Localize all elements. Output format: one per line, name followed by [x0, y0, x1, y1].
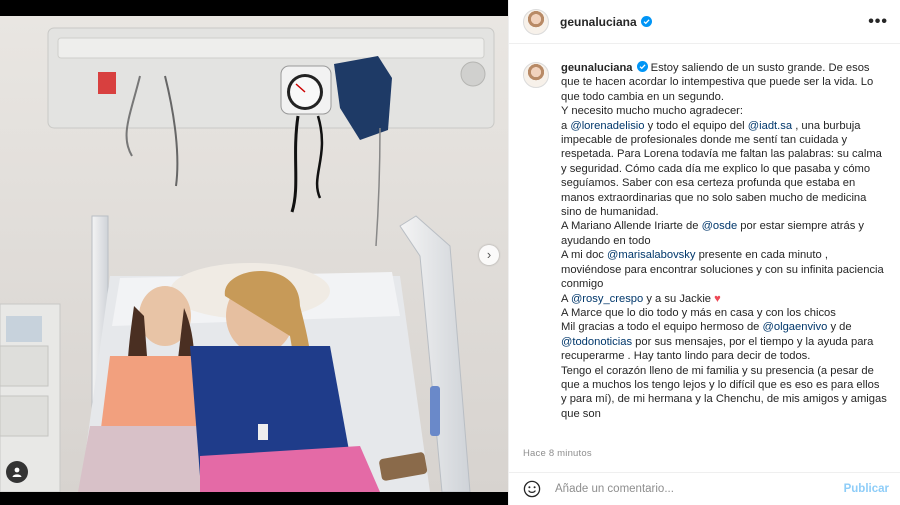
caption-text: A Marce que lo dio todo y más en casa y …	[561, 306, 836, 319]
post-timestamp[interactable]: Hace 8 minutos	[523, 448, 592, 459]
caption-text: cambia en un segundo.	[607, 90, 724, 103]
author-username[interactable]: geunaluciana	[560, 15, 652, 29]
author-username-text: geunaluciana	[560, 14, 637, 29]
caption-text: recuperarme . Hay tanto lindo para decir…	[561, 350, 811, 363]
more-options-icon[interactable]: •••	[868, 13, 888, 31]
comment-input[interactable]: Añade un comentario...	[555, 483, 674, 495]
caption-text: por estar siempre atrás y	[737, 220, 865, 233]
carousel-next-button[interactable]: ›	[479, 245, 499, 265]
caption-text: ayudando en todo	[561, 234, 651, 247]
caption-text: Y necesito mucho mucho agradecer:	[561, 105, 744, 118]
post-photo-panel: ›	[0, 0, 508, 505]
post-photo[interactable]	[0, 16, 508, 492]
caption-scroll-area[interactable]: geunaluciana Estoy saliendo de un susto …	[509, 45, 900, 432]
mention-link[interactable]: @iadt.sa	[748, 120, 792, 132]
caption-text: humanidad.	[600, 206, 659, 219]
caption-text: por sus mensajes, por el tiempo y la ayu…	[632, 335, 874, 348]
post-caption: geunaluciana Estoy saliendo de un susto …	[561, 61, 887, 421]
tagged-users-button[interactable]	[6, 461, 28, 483]
caption-row: geunaluciana Estoy saliendo de un susto …	[509, 45, 900, 421]
author-avatar[interactable]	[523, 8, 549, 35]
caption-text: A Mariano Allende Iriarte de	[561, 220, 702, 233]
comment-bar: Añade un comentario... Publicar	[509, 472, 900, 505]
mention-link[interactable]: @osde	[702, 220, 738, 232]
caption-text: y todo el equipo del	[644, 119, 748, 132]
caption-username-text: geunaluciana	[561, 62, 633, 74]
mention-link[interactable]: @marisalabovsky	[607, 249, 695, 261]
mention-link[interactable]: @olgaenvivo	[763, 321, 828, 333]
publish-button[interactable]: Publicar	[844, 483, 889, 495]
caption-username[interactable]: geunaluciana	[561, 61, 648, 74]
caption-text: impecable de profesionales donde me sent…	[561, 134, 848, 147]
verified-badge-icon	[640, 15, 652, 27]
mention-link[interactable]: @lorenadelisio	[570, 120, 644, 132]
caption-text: Mil gracias a todo el equipo hermoso de	[561, 321, 763, 334]
post-header: geunaluciana •••	[509, 0, 900, 44]
verified-badge-icon	[636, 61, 648, 72]
emoji-smiley-icon[interactable]	[523, 480, 541, 498]
mention-link[interactable]: @todonoticias	[561, 336, 632, 348]
caption-text: seguridad. Cómo cada día me explico lo q…	[569, 162, 871, 175]
caption-text: , una burbuja	[792, 119, 861, 132]
heart-icon: ♥	[714, 292, 721, 305]
caption-text: y a su Jackie	[643, 292, 715, 305]
caption-text: A mi doc	[561, 249, 608, 262]
caption-author-avatar[interactable]	[523, 62, 549, 88]
chevron-right-icon: ›	[486, 247, 492, 262]
caption-text: A	[561, 292, 571, 305]
user-tag-icon	[12, 467, 22, 477]
caption-text: a	[561, 119, 571, 132]
caption-text: y de	[827, 321, 852, 334]
mention-link[interactable]: @rosy_crespo	[571, 293, 643, 305]
caption-text: mí), de mi hermana y la Chenchu, de mis …	[561, 393, 887, 420]
post-side-panel: geunaluciana ••• geunaluciana Estoy sali…	[508, 0, 900, 505]
